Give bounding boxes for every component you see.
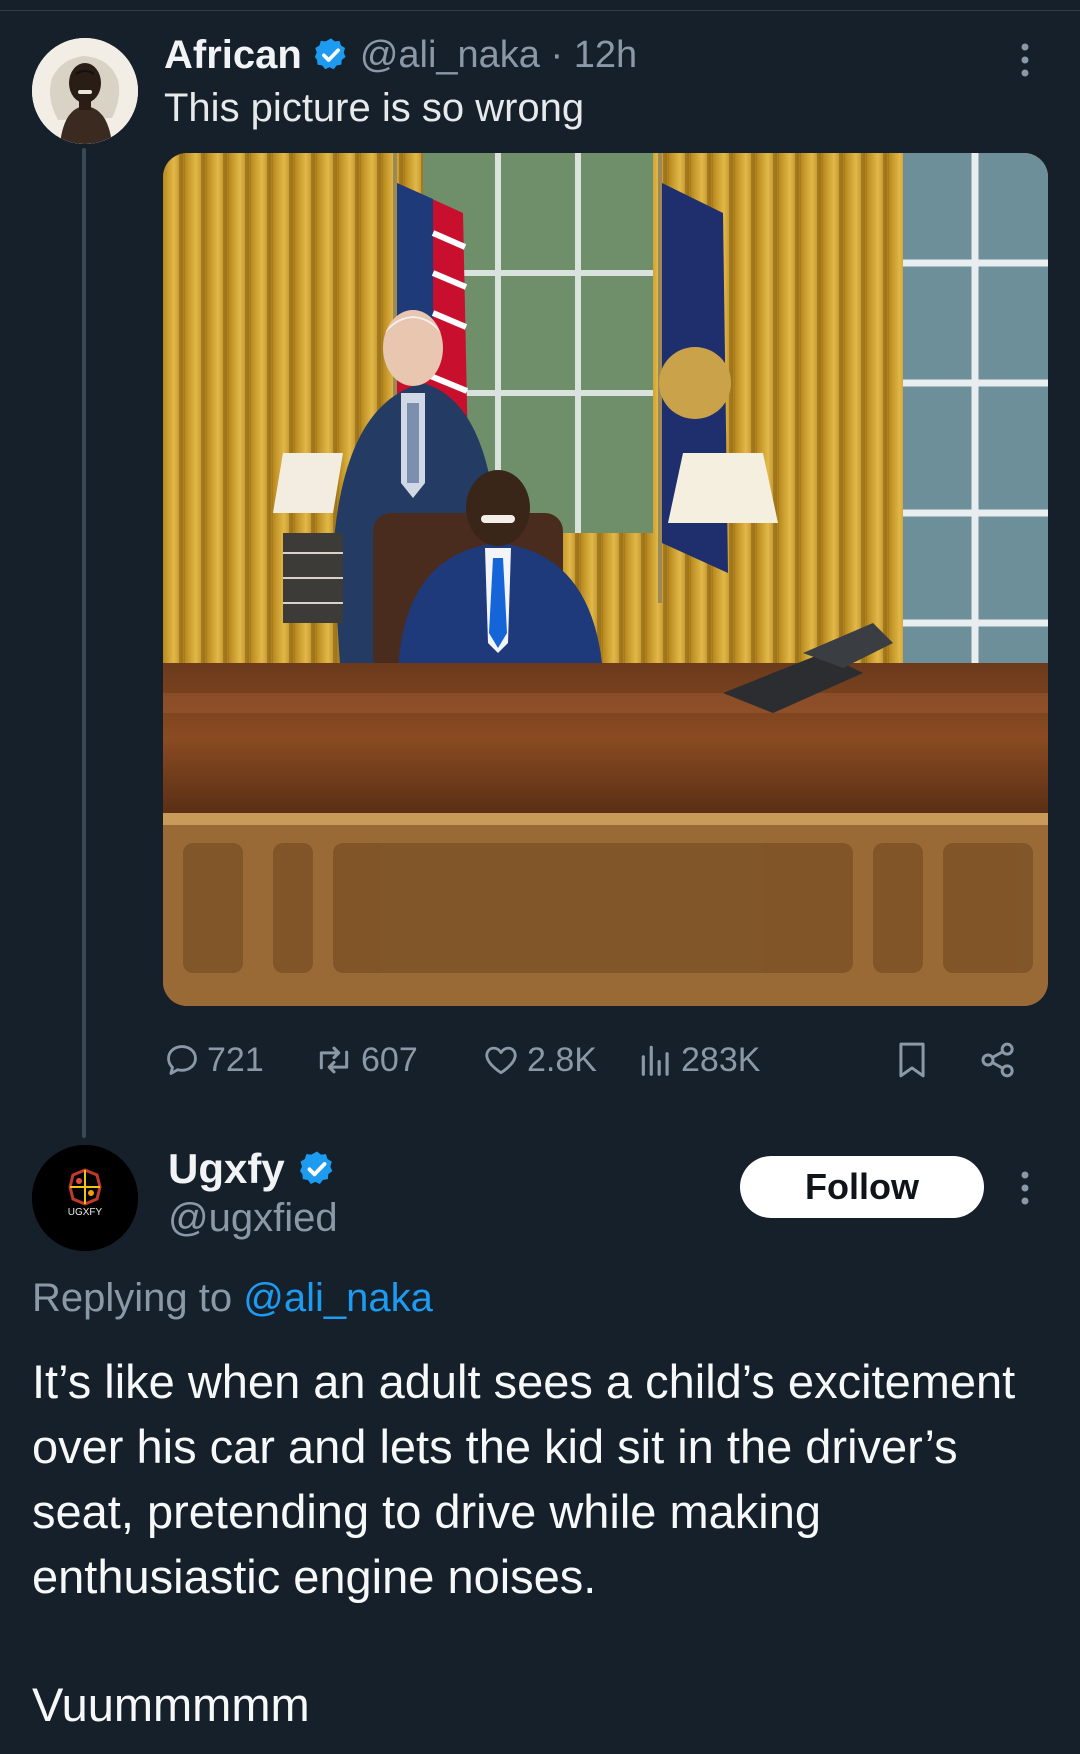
author-avatar[interactable] [32,38,138,144]
heart-icon [485,1046,517,1075]
reply-button[interactable]: 721 [163,1035,264,1085]
like-count: 2.8K [527,1040,597,1079]
author-handle[interactable]: @ali_naka [360,34,540,76]
tweet-time[interactable]: 12h [574,34,637,76]
tweet-header: African @ali_naka · 12h [164,30,637,80]
reply-text-closing: Vuummmmm [32,1678,310,1731]
verified-badge-icon [299,1151,333,1184]
replying-prefix: Replying to [32,1276,233,1320]
more-options-icon[interactable] [1010,40,1040,80]
tweet-action-bar: 721 607 2.8K 283K [163,1035,1043,1085]
more-options-icon[interactable] [1010,1168,1040,1208]
replying-to-line: Replying to @ali_naka [32,1276,433,1321]
tweet-photo[interactable] [163,153,1048,1006]
replying-mention-link[interactable]: @ali_naka [243,1276,433,1320]
bookmark-icon [899,1042,925,1078]
reply-icon [167,1045,197,1075]
share-icon [981,1042,1014,1078]
repost-button[interactable]: 607 [313,1035,418,1085]
reply-author-avatar[interactable]: UGXFY [32,1145,138,1251]
follow-button[interactable]: Follow [740,1156,984,1218]
reply-author-name[interactable]: Ugxfy [168,1145,285,1193]
separator-dot: · [550,33,564,76]
views-button[interactable]: 283K [637,1035,760,1085]
reply-name-row: Ugxfy [168,1142,347,1196]
view-count: 283K [681,1040,761,1079]
thread-line [82,148,86,1138]
verified-badge-icon [314,38,346,70]
tweet-text: This picture is so wrong [164,86,585,130]
like-button[interactable]: 2.8K [481,1035,597,1085]
author-name[interactable]: African [164,33,302,78]
repost-count: 607 [361,1040,418,1079]
share-button[interactable] [978,1035,1024,1085]
avatar-logo-text: UGXFY [68,1207,103,1218]
reply-text: It’s like when an adult sees a child’s e… [32,1355,1016,1603]
reply-author-handle[interactable]: @ugxfied [168,1196,338,1241]
bookmark-button[interactable] [893,1035,937,1085]
repost-icon [319,1046,349,1074]
reply-count: 721 [207,1040,264,1079]
analytics-icon [641,1045,669,1076]
top-divider [0,10,1080,11]
